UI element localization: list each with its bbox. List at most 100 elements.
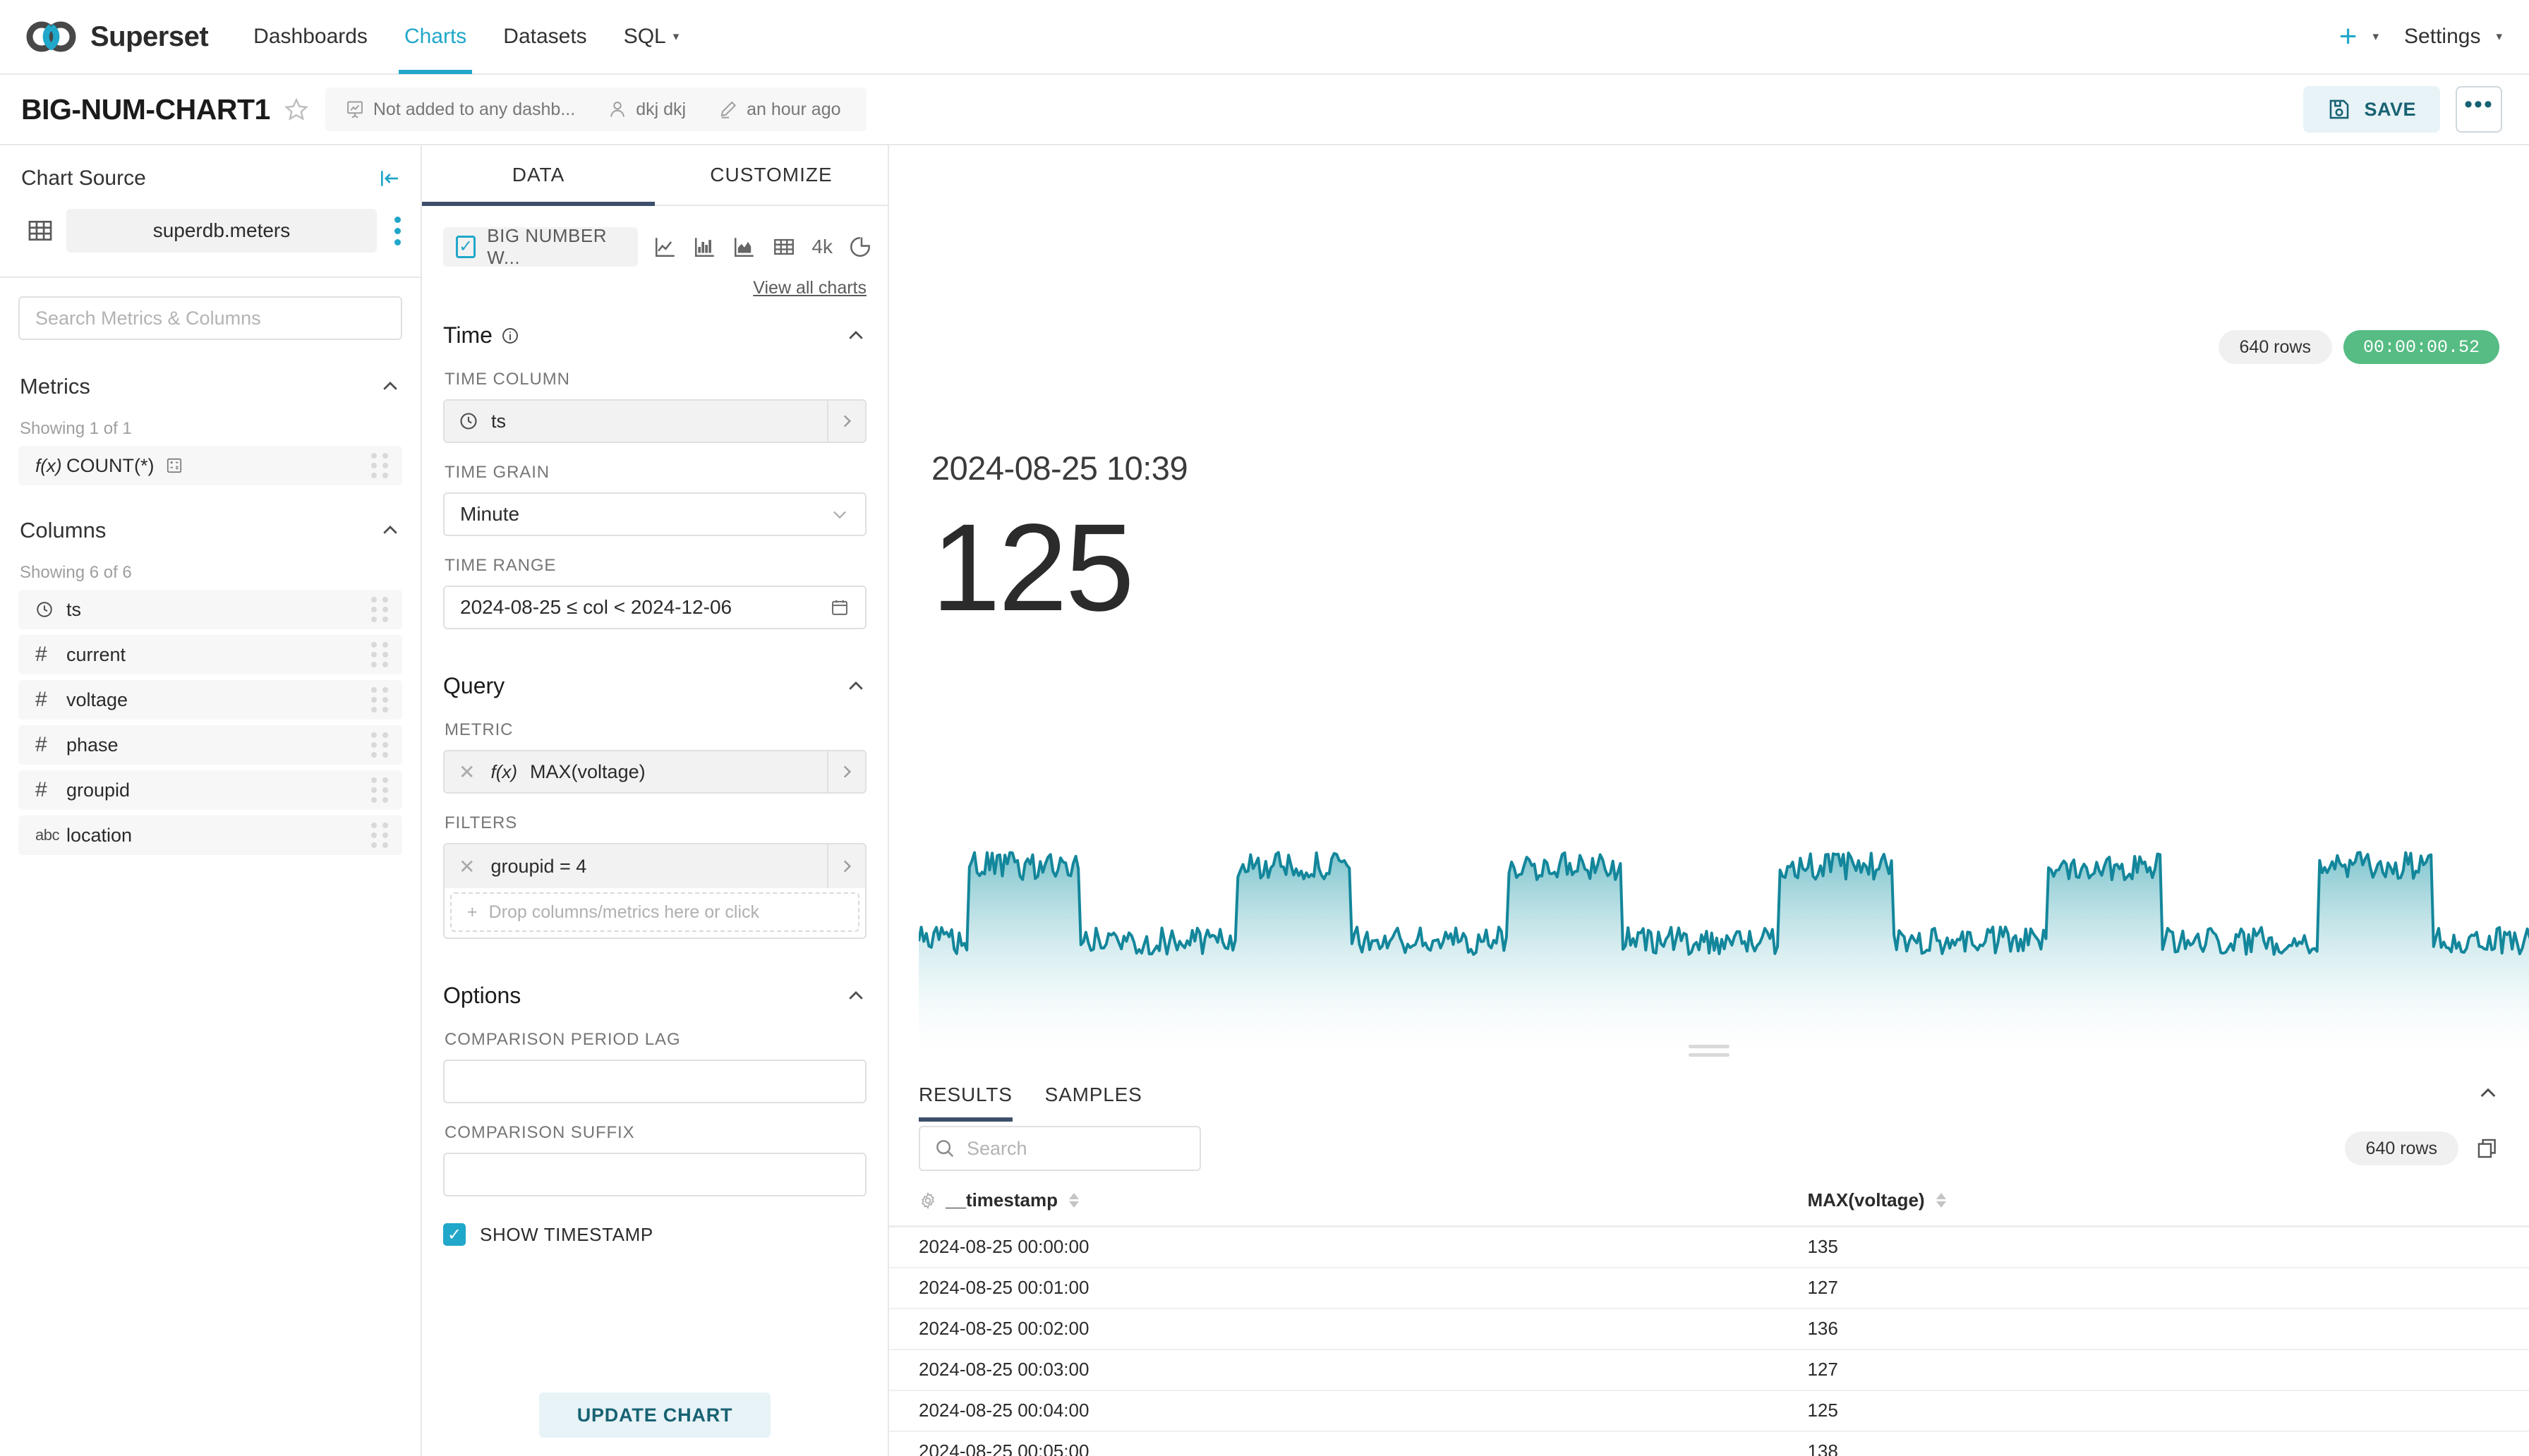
table-row[interactable]: 2024-08-25 00:01:00 127 xyxy=(889,1268,2529,1309)
table-row[interactable]: 2024-08-25 00:05:00 138 xyxy=(889,1431,2529,1456)
time-column-control[interactable]: ts xyxy=(443,399,867,443)
area-chart-icon[interactable] xyxy=(732,235,756,259)
comparison-suffix-label: COMPARISON SUFFIX xyxy=(443,1123,867,1153)
table-chart-icon[interactable] xyxy=(772,235,796,259)
dashboard-status: Not added to any dashb... xyxy=(345,99,608,120)
plus-icon: + xyxy=(467,902,478,923)
filters-drop-zone[interactable]: + Drop columns/metrics here or click xyxy=(450,892,859,932)
collapse-results-icon[interactable] xyxy=(2477,1082,2499,1105)
table-row[interactable]: 2024-08-25 00:00:00 135 xyxy=(889,1227,2529,1268)
tab-customize[interactable]: CUSTOMIZE xyxy=(655,145,888,205)
show-timestamp-checkbox-row[interactable]: ✓ SHOW TIMESTAMP xyxy=(443,1216,867,1246)
drag-handle-icon[interactable] xyxy=(371,687,388,712)
metric-item-count[interactable]: f(x) COUNT(*) xyxy=(18,446,402,485)
drag-handle-icon[interactable] xyxy=(371,823,388,848)
chart-main-area: 640 rows 00:00:00.52 2024-08-25 10:39 12… xyxy=(889,145,2529,1456)
tab-samples[interactable]: SAMPLES xyxy=(1045,1069,1142,1106)
owner-label: dkj dkj xyxy=(636,99,686,120)
line-chart-icon[interactable] xyxy=(653,235,677,259)
copy-icon[interactable] xyxy=(2475,1136,2499,1160)
sort-icon[interactable] xyxy=(1069,1193,1079,1208)
results-search-wrap xyxy=(919,1126,1201,1171)
gear-icon[interactable] xyxy=(919,1191,937,1210)
metrics-title: Metrics xyxy=(20,374,90,399)
column-item-groupid[interactable]: # groupid xyxy=(18,770,402,810)
comparison-suffix-input[interactable] xyxy=(443,1153,867,1196)
metrics-showing-count: Showing 1 of 1 xyxy=(0,399,421,446)
time-grain-select[interactable]: Minute xyxy=(443,492,867,536)
update-chart-button[interactable]: UPDATE CHART xyxy=(539,1393,771,1438)
hash-icon: # xyxy=(35,733,62,757)
column-item-phase[interactable]: # phase xyxy=(18,725,402,765)
metrics-section-header[interactable]: Metrics xyxy=(0,347,421,399)
tab-results[interactable]: RESULTS xyxy=(919,1069,1013,1106)
drag-handle-icon[interactable] xyxy=(371,597,388,622)
table-row[interactable]: 2024-08-25 00:03:00 127 xyxy=(889,1349,2529,1390)
time-column-value-wrap: ts xyxy=(445,401,827,442)
time-section: Time TIME COLUMN ts xyxy=(422,298,888,649)
column-item-ts[interactable]: ts xyxy=(18,590,402,629)
nav-item-sql[interactable]: SQL ▾ xyxy=(605,0,698,74)
remove-metric-icon[interactable]: ✕ xyxy=(459,760,478,784)
nav-item-charts[interactable]: Charts xyxy=(386,0,485,74)
big-number-value: 125 xyxy=(931,503,2529,633)
sort-icon[interactable] xyxy=(1936,1193,1946,1208)
metric-label: COUNT(*) xyxy=(66,455,154,477)
results-search-input[interactable] xyxy=(919,1126,1201,1171)
time-column-label: TIME COLUMN xyxy=(443,370,867,399)
column-item-current[interactable]: # current xyxy=(18,635,402,674)
column-item-location[interactable]: abc location xyxy=(18,815,402,855)
column-item-voltage[interactable]: # voltage xyxy=(18,680,402,720)
remove-filter-icon[interactable]: ✕ xyxy=(459,855,478,878)
tab-data[interactable]: DATA xyxy=(422,145,655,205)
comparison-lag-input[interactable] xyxy=(443,1060,867,1103)
results-table-body: 2024-08-25 00:00:00 135 2024-08-25 00:01… xyxy=(889,1227,2529,1456)
metric-control[interactable]: ✕ f(x) MAX(voltage) xyxy=(443,750,867,794)
sparkline-chart[interactable] xyxy=(919,823,2529,1055)
favorite-star-icon[interactable] xyxy=(284,97,308,121)
cell-max-voltage: 135 xyxy=(1807,1227,2529,1268)
drag-handle-icon[interactable] xyxy=(371,642,388,667)
big-number-icon[interactable]: 4k xyxy=(811,236,833,258)
filter-item-groupid[interactable]: ✕ groupid = 4 xyxy=(445,844,865,888)
query-section-header[interactable]: Query xyxy=(443,673,867,720)
save-button[interactable]: SAVE xyxy=(2303,86,2440,133)
time-range-control[interactable]: 2024-08-25 ≤ col < 2024-12-06 xyxy=(443,586,867,629)
nav-item-dashboards[interactable]: Dashboards xyxy=(235,0,386,74)
datasource-menu-icon[interactable] xyxy=(390,211,405,251)
results-pane: RESULTS SAMPLES 640 xyxy=(889,1069,2529,1456)
drag-handle-icon[interactable] xyxy=(371,732,388,758)
superset-brand[interactable]: Superset xyxy=(25,20,208,53)
pane-resize-handle[interactable] xyxy=(1689,1045,1730,1057)
query-section-title: Query xyxy=(443,673,505,699)
page-title[interactable]: BIG-NUM-CHART1 xyxy=(21,93,270,126)
collapse-panel-icon[interactable] xyxy=(378,167,401,190)
more-options-button[interactable]: ••• xyxy=(2456,86,2502,133)
options-section-header[interactable]: Options xyxy=(443,983,867,1030)
time-section-title: Time xyxy=(443,322,493,348)
time-section-header[interactable]: Time xyxy=(443,322,867,370)
info-icon[interactable] xyxy=(501,327,519,345)
table-row[interactable]: 2024-08-25 00:04:00 125 xyxy=(889,1390,2529,1431)
dataset-name-button[interactable]: superdb.meters xyxy=(66,209,377,253)
new-item-button[interactable]: + ▾ xyxy=(2339,26,2379,48)
columns-section-header[interactable]: Columns xyxy=(0,491,421,543)
view-all-charts-link[interactable]: View all charts xyxy=(753,278,867,298)
filters-group: FILTERS ✕ groupid = 4 xyxy=(443,813,867,959)
cell-timestamp: 2024-08-25 00:00:00 xyxy=(889,1227,1807,1268)
settings-menu-button[interactable]: Settings ▾ xyxy=(2404,25,2502,49)
table-row[interactable]: 2024-08-25 00:02:00 136 xyxy=(889,1309,2529,1349)
nav-item-datasets[interactable]: Datasets xyxy=(485,0,605,74)
search-metrics-columns-input[interactable] xyxy=(18,296,402,340)
filter-value-wrap: ✕ groupid = 4 xyxy=(445,844,827,888)
column-header-timestamp[interactable]: __timestamp xyxy=(889,1189,1807,1227)
drag-handle-icon[interactable] xyxy=(371,453,388,478)
datasource-search-wrap xyxy=(0,278,421,347)
bar-chart-icon[interactable] xyxy=(693,235,717,259)
modified-label: an hour ago xyxy=(747,99,840,120)
column-label: groupid xyxy=(66,779,130,801)
drag-handle-icon[interactable] xyxy=(371,777,388,803)
pie-chart-icon[interactable] xyxy=(848,235,872,259)
column-header-max-voltage[interactable]: MAX(voltage) xyxy=(1807,1189,2529,1227)
viz-type-selected[interactable]: ✓ BIG NUMBER W... xyxy=(443,227,638,267)
